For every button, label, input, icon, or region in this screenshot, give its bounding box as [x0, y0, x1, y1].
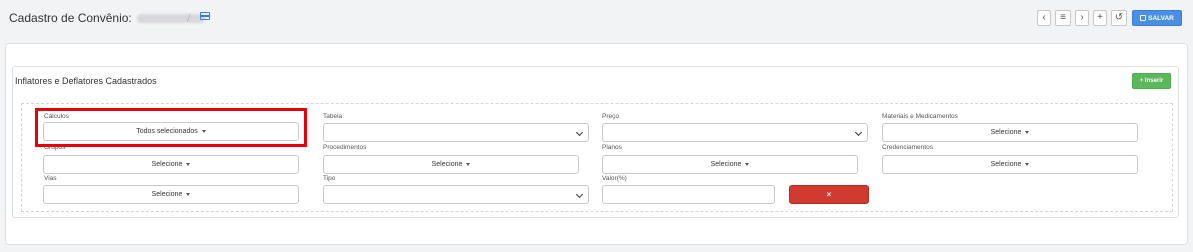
materiais-label: Materiais e Medicamentos [882, 113, 958, 120]
floppy-disk-icon [1140, 15, 1147, 21]
credit-card-icon[interactable] [200, 12, 210, 20]
caret-down-icon [186, 193, 191, 196]
credenciamentos-value: Selecione [990, 161, 1022, 168]
save-button[interactable]: SALVAR [1132, 10, 1182, 26]
materiais-multiselect[interactable]: Selecione [882, 123, 1138, 142]
grupos-value: Selecione [151, 161, 183, 168]
vias-multiselect[interactable]: Selecione [43, 185, 299, 204]
planos-label: Planos [602, 144, 622, 151]
chevron-left-icon: ‹ [1042, 12, 1046, 23]
caret-down-icon [466, 163, 471, 166]
grupos-multiselect[interactable]: Selecione [43, 155, 299, 174]
tabela-select[interactable] [323, 123, 589, 142]
valor-input[interactable] [602, 185, 775, 204]
chevron-down-icon [575, 128, 584, 137]
preco-label: Preço [602, 113, 619, 120]
vias-label: Vias [44, 175, 57, 182]
caret-down-icon [745, 163, 750, 166]
list-icon: ≡ [1060, 12, 1066, 23]
tipo-label: Tipo [323, 175, 336, 182]
page-title: Cadastro de Convênio: [9, 11, 206, 25]
list-button[interactable]: ≡ [1055, 10, 1071, 26]
title-separator: / [187, 11, 191, 25]
chevron-down-icon [854, 128, 863, 137]
planos-multiselect[interactable]: Selecione [602, 155, 858, 174]
chevron-right-icon: › [1080, 12, 1084, 23]
credenciamentos-multiselect[interactable]: Selecione [882, 155, 1138, 174]
history-button[interactable]: ↺ [1111, 10, 1127, 26]
procedimentos-value: Selecione [431, 161, 463, 168]
next-button[interactable]: › [1075, 10, 1089, 26]
top-bar: Cadastro de Convênio: / ‹ ≡ › + ↺ SALVAR [0, 0, 1193, 38]
plus-icon: + [1097, 12, 1103, 23]
vias-value: Selecione [151, 191, 183, 198]
procedimentos-label: Procedimentos [323, 144, 367, 151]
caret-down-icon [1025, 131, 1030, 134]
materiais-value: Selecione [990, 129, 1022, 136]
procedimentos-multiselect[interactable]: Selecione [323, 155, 579, 174]
previous-button[interactable]: ‹ [1037, 10, 1051, 26]
tipo-select[interactable] [323, 185, 589, 204]
save-button-label: SALVAR [1148, 14, 1174, 22]
tabela-label: Tabela [323, 113, 343, 120]
panel-title: Inflatores e Deflatores Cadastrados [15, 76, 157, 86]
add-button[interactable]: + [1093, 10, 1107, 26]
chevron-down-icon [575, 190, 584, 199]
close-icon: × [826, 190, 832, 199]
caret-down-icon [1025, 163, 1030, 166]
valor-label: Valor(%) [602, 175, 627, 182]
highlight-box [35, 108, 307, 147]
insert-button[interactable]: + Inserir [1132, 73, 1171, 89]
history-icon: ↺ [1114, 12, 1124, 23]
preco-select[interactable] [602, 123, 868, 142]
credenciamentos-label: Credenciamentos [882, 144, 933, 151]
redacted-convenio-name [137, 14, 206, 24]
remove-button[interactable]: × [789, 185, 869, 204]
page-title-text: Cadastro de Convênio: [9, 11, 132, 25]
caret-down-icon [186, 163, 191, 166]
planos-value: Selecione [710, 161, 742, 168]
